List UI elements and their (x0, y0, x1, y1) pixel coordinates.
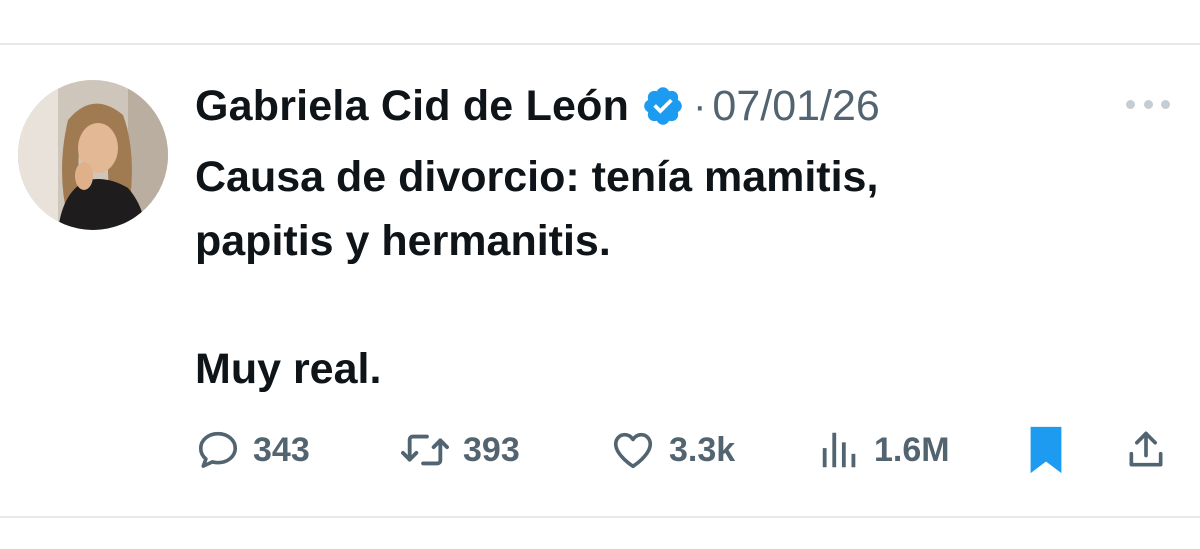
like-count: 3.3k (669, 430, 736, 469)
more-dot (1126, 99, 1135, 109)
more-dot (1161, 99, 1170, 109)
retweet-button[interactable]: 393 (399, 420, 520, 480)
more-dot (1143, 99, 1153, 109)
tweet-date[interactable]: 07/01/26 (712, 82, 879, 131)
avatar[interactable] (18, 80, 168, 230)
avatar-photo (18, 80, 168, 230)
like-button[interactable]: 3.3k (609, 420, 735, 480)
reply-button[interactable]: 343 (195, 420, 310, 480)
retweet-count: 393 (463, 430, 520, 469)
paragraph-break (195, 273, 1095, 337)
tweet-text-line: Causa de divorcio: tenía mamitis, (195, 153, 879, 201)
bottom-divider (0, 516, 1200, 518)
reply-icon (198, 431, 238, 468)
views-chart-icon (822, 432, 856, 468)
more-options-icon[interactable] (1126, 92, 1170, 116)
author-name[interactable]: Gabriela Cid de León (195, 82, 629, 131)
tweet-text-line: papitis y hermanitis. (195, 217, 611, 265)
separator-dot: · (693, 83, 707, 128)
retweet-icon (401, 434, 449, 466)
verified-badge-icon[interactable] (641, 84, 685, 128)
tweet-text: Causa de divorcio: tenía mamitis, papiti… (195, 145, 1095, 401)
share-button[interactable] (1124, 420, 1168, 480)
views-count: 1.6M (874, 430, 950, 469)
bookmark-button[interactable] (1026, 420, 1066, 480)
tweet-text-line: Muy real. (195, 345, 382, 393)
share-icon (1129, 431, 1163, 467)
reply-count: 343 (253, 430, 310, 469)
heart-icon (613, 432, 653, 469)
action-bar: 343 393 3.3k 1.6M (0, 420, 1200, 480)
views-button[interactable]: 1.6M (818, 420, 950, 480)
bookmark-icon (1030, 426, 1062, 474)
tweet-header: Gabriela Cid de León · 07/01/26 (195, 78, 880, 134)
